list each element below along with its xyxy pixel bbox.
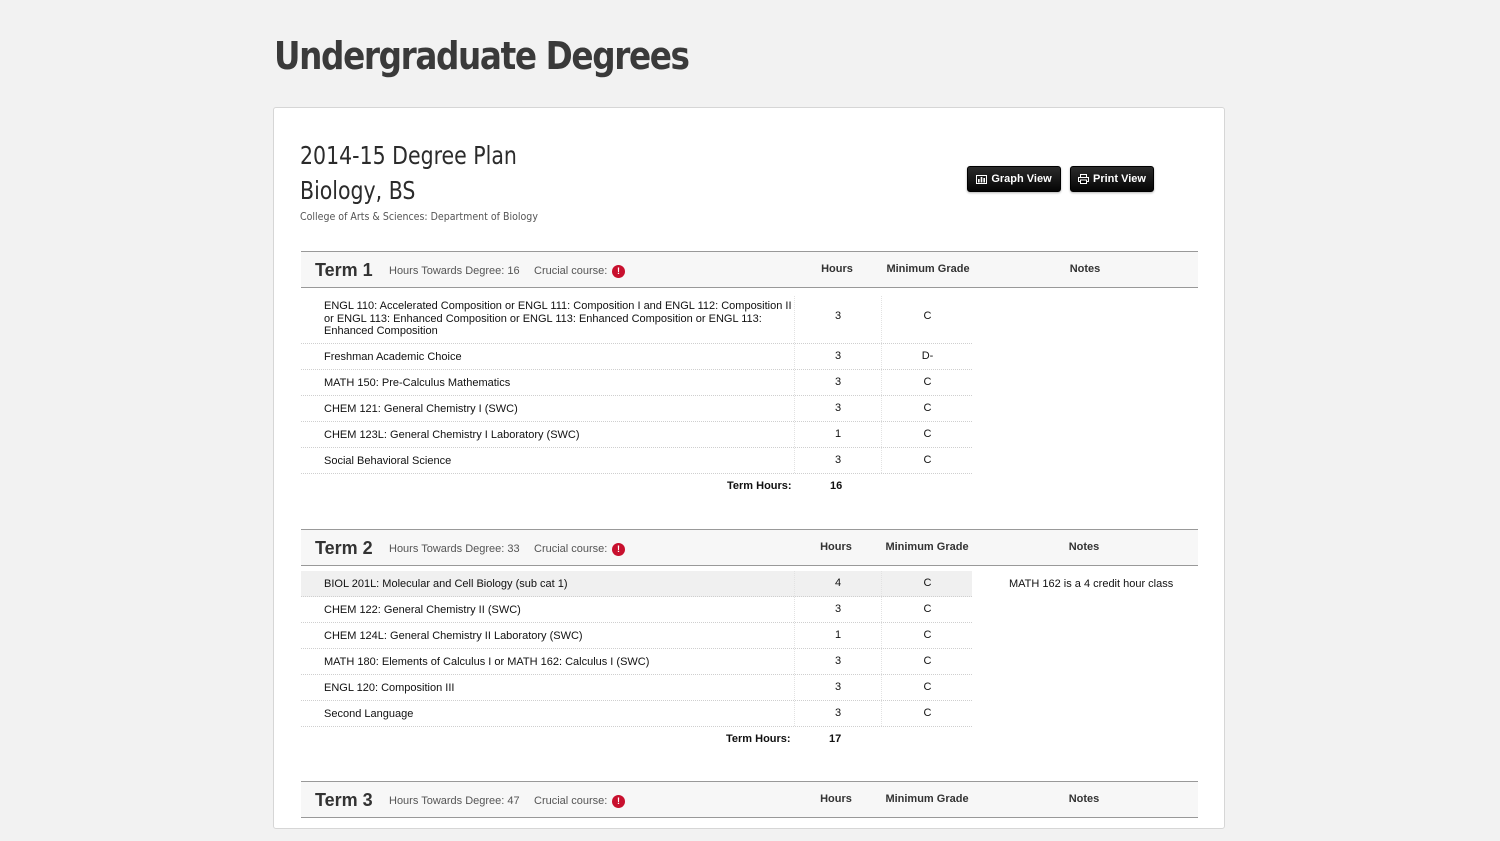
course-row: CHEM 124L: General Chemistry II Laborato…: [301, 623, 972, 649]
notes-column-header: Notes: [1068, 541, 1100, 553]
hours-towards-label: Hours Towards Degree:: [389, 795, 505, 807]
degree-plan-card: 2014-15 Degree Plan Biology, BS College …: [273, 107, 1225, 829]
term-hours-label: Term Hours:: [726, 733, 791, 745]
course-grade: C: [881, 422, 973, 447]
course-name: BIOL 201L: Molecular and Cell Biology (s…: [324, 578, 568, 590]
alert-icon[interactable]: !: [612, 543, 625, 556]
course-row: BIOL 201L: Molecular and Cell Biology (s…: [301, 571, 972, 597]
graph-view-label: Graph View: [991, 173, 1052, 185]
term-hours-value: 17: [829, 733, 842, 745]
minimum-grade-column-header: Minimum Grade: [885, 793, 969, 805]
course-grade: C: [881, 296, 973, 343]
course-name: CHEM 123L: General Chemistry I Laborator…: [324, 429, 580, 441]
course-grade: C: [881, 675, 973, 700]
crucial-course-label: Crucial course:: [534, 543, 608, 555]
term-hours-value: 16: [830, 480, 843, 492]
course-grade: D-: [881, 344, 973, 369]
course-name: ENGL 120: Composition III: [324, 682, 455, 694]
course-grade: C: [881, 597, 973, 622]
term-header: Term 3 Hours Towards Degree: 47 Crucial …: [301, 781, 1198, 818]
term-header: Term 2 Hours Towards Degree: 33 Crucial …: [301, 529, 1198, 566]
course-grade: C: [881, 623, 973, 648]
term-2-section: Term 2 Hours Towards Degree: 33 Crucial …: [301, 529, 1198, 769]
course-hours: 3: [794, 675, 881, 700]
course-row: MATH 150: Pre-Calculus Mathematics 3 C: [301, 370, 972, 396]
course-grade: C: [881, 649, 973, 674]
printer-icon: [1078, 174, 1089, 184]
course-hours: 1: [794, 422, 881, 447]
hours-towards-value: 33: [507, 543, 520, 555]
plan-degree: Biology, BS: [300, 176, 416, 205]
course-row: CHEM 123L: General Chemistry I Laborator…: [301, 422, 972, 448]
page-title: Undergraduate Degrees: [274, 34, 690, 78]
hours-towards-value: 47: [507, 795, 520, 807]
course-hours: 3: [794, 344, 881, 369]
alert-icon[interactable]: !: [612, 795, 625, 808]
hours-towards-degree: Hours Towards Degree: 47: [389, 795, 520, 807]
course-row: MATH 180: Elements of Calculus I or MATH…: [301, 649, 972, 675]
term-header: Term 1 Hours Towards Degree: 16 Crucial …: [301, 251, 1198, 288]
course-hours: 3: [794, 649, 881, 674]
notes-column-header: Notes: [1068, 793, 1100, 805]
course-grade: C: [881, 571, 973, 596]
print-view-label: Print View: [1093, 173, 1146, 185]
course-name: MATH 180: Elements of Calculus I or MATH…: [324, 656, 650, 668]
course-hours: 3: [794, 396, 881, 421]
course-name: Social Behavioral Science: [324, 455, 452, 467]
course-name: Second Language: [324, 708, 414, 720]
term-name: Term 3: [315, 790, 373, 810]
hours-towards-label: Hours Towards Degree:: [389, 543, 505, 555]
course-hours: 4: [794, 571, 881, 596]
course-name: CHEM 124L: General Chemistry II Laborato…: [324, 630, 583, 642]
course-row: Second Language 3 C: [301, 701, 972, 727]
course-name: ENGL 110: Accelerated Composition or ENG…: [324, 300, 792, 337]
minimum-grade-column-header: Minimum Grade: [885, 541, 969, 553]
course-row: CHEM 122: General Chemistry II (SWC) 3 C: [301, 597, 972, 623]
term-name: Term 2: [315, 538, 373, 558]
course-hours: 3: [794, 701, 881, 726]
course-grade: C: [881, 370, 973, 395]
graph-view-button[interactable]: Graph View: [967, 166, 1061, 192]
hours-towards-value: 16: [507, 265, 520, 277]
hours-towards-degree: Hours Towards Degree: 33: [389, 543, 520, 555]
course-name: CHEM 122: General Chemistry II (SWC): [324, 604, 521, 616]
course-row: CHEM 121: General Chemistry I (SWC) 3 C: [301, 396, 972, 422]
course-grade: C: [881, 701, 973, 726]
bar-chart-icon: [976, 174, 988, 184]
term-1-section: Term 1 Hours Towards Degree: 16 Crucial …: [301, 251, 1198, 511]
hours-column-header: Hours: [820, 793, 852, 805]
alert-icon[interactable]: !: [612, 265, 625, 278]
course-grade: C: [881, 448, 973, 473]
term-3-section: Term 3 Hours Towards Degree: 47 Crucial …: [301, 781, 1198, 841]
print-view-button[interactable]: Print View: [1070, 166, 1154, 192]
plan-title: 2014-15 Degree Plan Biology, BS: [300, 138, 517, 208]
course-row: ENGL 110: Accelerated Composition or ENG…: [301, 296, 972, 344]
course-row: ENGL 120: Composition III 3 C: [301, 675, 972, 701]
minimum-grade-column-header: Minimum Grade: [886, 263, 970, 275]
hours-column-header: Hours: [821, 263, 853, 275]
course-hours: 3: [794, 370, 881, 395]
course-hours: 3: [794, 448, 881, 473]
course-name: Freshman Academic Choice: [324, 351, 462, 363]
hours-column-header: Hours: [820, 541, 852, 553]
term-hours-label: Term Hours:: [727, 480, 792, 492]
course-hours: 3: [794, 296, 881, 343]
plan-college: College of Arts & Sciences: Department o…: [300, 210, 538, 223]
course-row: Social Behavioral Science 3 C: [301, 448, 972, 474]
course-hours: 1: [794, 623, 881, 648]
crucial-course-label: Crucial course:: [534, 265, 608, 277]
plan-year: 2014-15 Degree Plan: [300, 141, 517, 170]
course-row: Freshman Academic Choice 3 D-: [301, 344, 972, 370]
course-name: CHEM 121: General Chemistry I (SWC): [324, 403, 518, 415]
hours-towards-degree: Hours Towards Degree: 16: [389, 265, 520, 277]
course-name: MATH 150: Pre-Calculus Mathematics: [324, 377, 511, 389]
term-note: MATH 162 is a 4 credit hour class: [1009, 578, 1174, 590]
crucial-course-label: Crucial course:: [534, 795, 608, 807]
hours-towards-label: Hours Towards Degree:: [389, 265, 505, 277]
course-grade: C: [881, 396, 973, 421]
notes-column-header: Notes: [1069, 263, 1101, 275]
course-hours: 3: [794, 597, 881, 622]
term-name: Term 1: [315, 260, 373, 280]
